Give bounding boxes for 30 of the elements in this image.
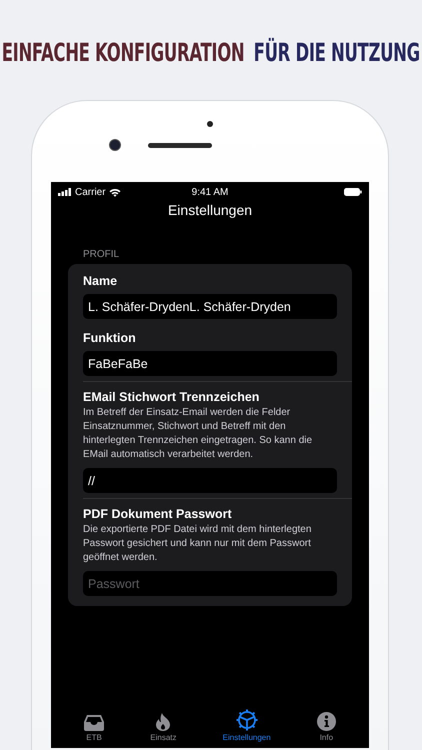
headline-text: FÜR DIE NUTZUNG bbox=[254, 37, 420, 69]
info-icon bbox=[316, 712, 336, 731]
battery-icon bbox=[344, 188, 362, 196]
gear-icon bbox=[236, 709, 258, 731]
tray-icon bbox=[84, 715, 104, 731]
text-field[interactable]: Passwort bbox=[83, 571, 337, 596]
field-label: Funktion bbox=[83, 331, 136, 345]
camera-icon bbox=[108, 139, 120, 151]
text-field[interactable]: FaBeFaBe bbox=[83, 351, 337, 376]
section-header: PROFIL bbox=[82, 249, 120, 260]
field-description: Die exportierte PDF Datei wird mit dem hinterlegten Passwort gesichert und kann nur mit dem Passwort geöffnet werden. bbox=[83, 523, 312, 565]
field-label: PDF Dokument Passwort bbox=[83, 507, 232, 521]
status-time: 9:41 AM bbox=[192, 186, 228, 198]
flame-icon bbox=[156, 713, 170, 731]
text-field[interactable]: L. Schäfer-DrydenL. Schäfer-Dryden bbox=[83, 294, 337, 319]
carrier-label: Carrier bbox=[75, 186, 106, 198]
tab-item[interactable]: Einstellungen bbox=[218, 704, 275, 744]
tab-item[interactable]: Einsatz bbox=[146, 704, 180, 744]
field-description: Im Betreff der Einsatz-Email werden die Felder Einsatznummer, Stichwort und Betreff mit den hinterlegten Trennzeichen eingetragen. So kann die EMail automatisch verarbeitet werden. bbox=[83, 406, 314, 462]
sensor-icon bbox=[207, 121, 213, 127]
text-field[interactable]: // bbox=[83, 468, 337, 493]
signal-icon bbox=[58, 188, 72, 196]
headline-text: EINFACHE KONFIGURATION bbox=[2, 37, 245, 69]
nav-title: Einstellungen bbox=[168, 202, 252, 218]
tab-item[interactable]: ETB bbox=[80, 704, 108, 744]
wifi-icon bbox=[108, 188, 121, 196]
tab-item[interactable]: Info bbox=[312, 704, 340, 744]
field-label: EMail Stichwort Trennzeichen bbox=[83, 390, 260, 404]
field-label: Name bbox=[83, 274, 118, 288]
speaker-icon bbox=[148, 142, 212, 148]
